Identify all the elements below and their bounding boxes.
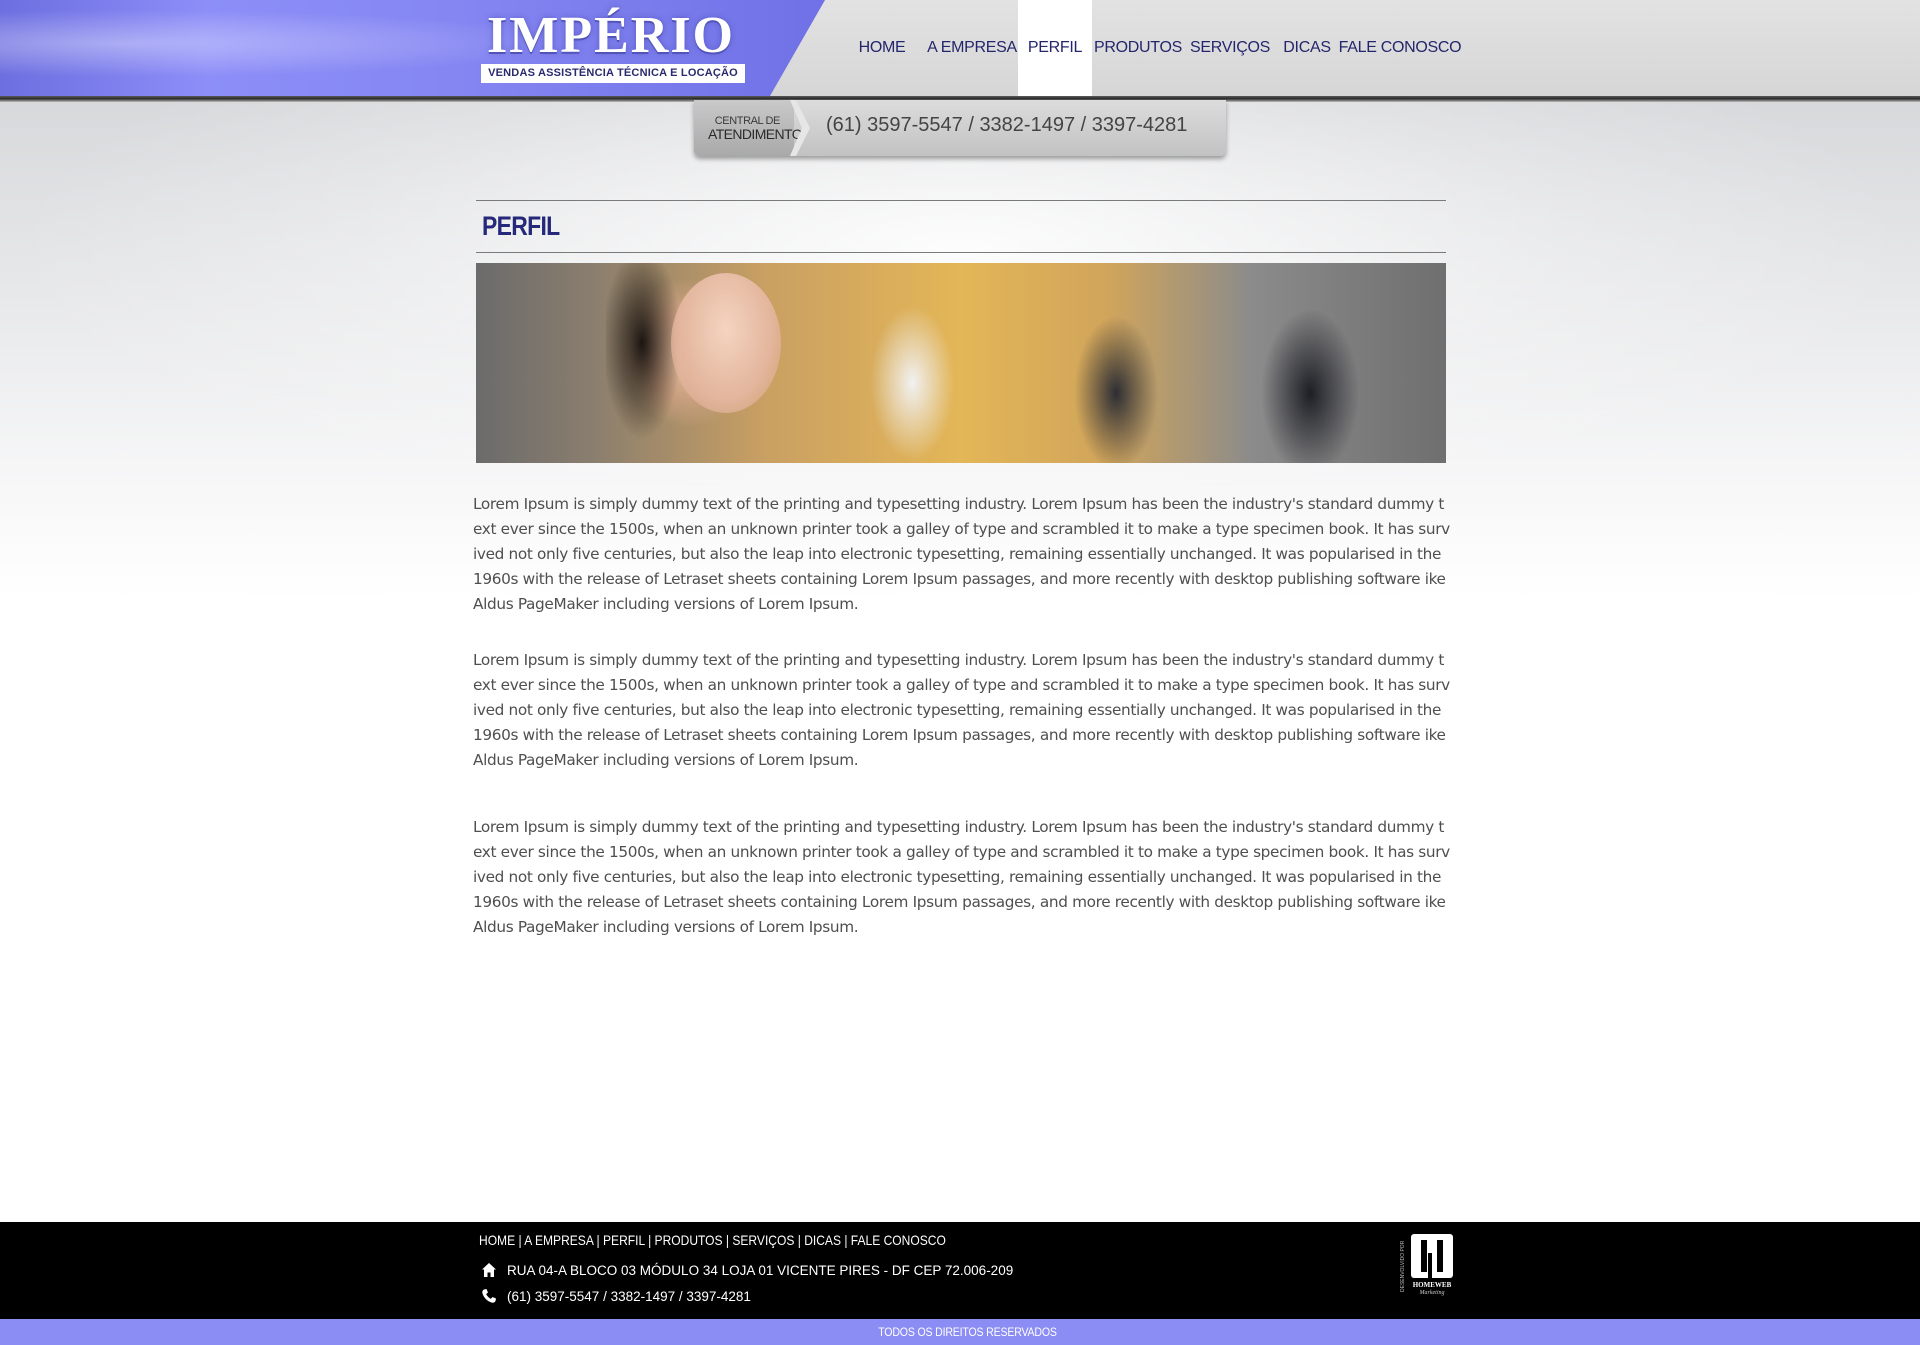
nav-item-produtos[interactable]: PRODUTOS	[1092, 0, 1184, 96]
content-paragraph: Lorem Ipsum is simply dummy text of the …	[473, 495, 1450, 613]
main-nav: HOME A EMPRESA PERFIL PRODUTOS SERVIÇOS …	[838, 0, 1462, 96]
developer-logo[interactable]: DESENVOLVIDO POR HOMEWEB Marketing	[1400, 1234, 1456, 1300]
central-phone: (61) 3597-5547 / 3382-1497 / 3397-4281	[826, 114, 1188, 136]
footer: HOME | A EMPRESA | PERFIL | PRODUTOS | S…	[0, 1222, 1920, 1319]
developer-name: HOMEWEB	[1412, 1281, 1452, 1289]
copyright-text: TODOS OS DIREITOS RESERVADOS	[878, 1325, 1057, 1339]
central-label-line2: ATENDIMENTO	[708, 126, 803, 142]
nav-item-perfil[interactable]: PERFIL	[1018, 0, 1092, 96]
central-atendimento: CENTRAL DE ATENDIMENTO (61) 3597-5547 / …	[694, 100, 1226, 156]
developer-subtitle: Marketing	[1419, 1290, 1445, 1296]
page-title: PERFIL	[482, 211, 560, 241]
footer-nav[interactable]: HOME | A EMPRESA | PERFIL | PRODUTOS | S…	[479, 1232, 946, 1248]
developer-credit-side: DESENVOLVIDO POR	[1400, 1240, 1406, 1292]
footer-address-text: RUA 04-A BLOCO 03 MÓDULO 34 LOJA 01 VICE…	[507, 1262, 1014, 1278]
logo-title: IMPÉRIO	[487, 7, 735, 64]
hero-image-face	[671, 273, 781, 413]
nav-item-fale-conosco[interactable]: FALE CONOSCO	[1338, 0, 1462, 96]
content-paragraph: Lorem Ipsum is simply dummy text of the …	[473, 651, 1450, 769]
footer-address: RUA 04-A BLOCO 03 MÓDULO 34 LOJA 01 VICE…	[481, 1262, 1013, 1278]
content-paragraph: Lorem Ipsum is simply dummy text of the …	[473, 818, 1450, 936]
nav-item-servicos[interactable]: SERVIÇOS	[1184, 0, 1276, 96]
copyright-bar: TODOS OS DIREITOS RESERVADOS	[0, 1319, 1920, 1345]
site-logo[interactable]: IMPÉRIO VENDAS ASSISTÊNCIA TÉCNICA E LOC…	[476, 10, 746, 86]
home-icon	[482, 1263, 496, 1277]
central-label-tab: CENTRAL DE ATENDIMENTO	[694, 100, 803, 156]
page-title-bar: PERFIL	[476, 200, 1446, 253]
footer-phone: (61) 3597-5547 / 3382-1497 / 3397-4281	[481, 1288, 751, 1304]
developer-logo-mark	[1411, 1234, 1453, 1278]
logo-tagline: VENDAS ASSISTÊNCIA TÉCNICA E LOCAÇÃO	[481, 64, 745, 83]
phone-icon	[482, 1289, 496, 1303]
nav-item-home[interactable]: HOME	[838, 0, 926, 96]
footer-phone-text: (61) 3597-5547 / 3382-1497 / 3397-4281	[507, 1288, 751, 1304]
hero-image	[476, 263, 1446, 463]
nav-item-a-empresa[interactable]: A EMPRESA	[926, 0, 1018, 96]
nav-item-dicas[interactable]: DICAS	[1276, 0, 1338, 96]
